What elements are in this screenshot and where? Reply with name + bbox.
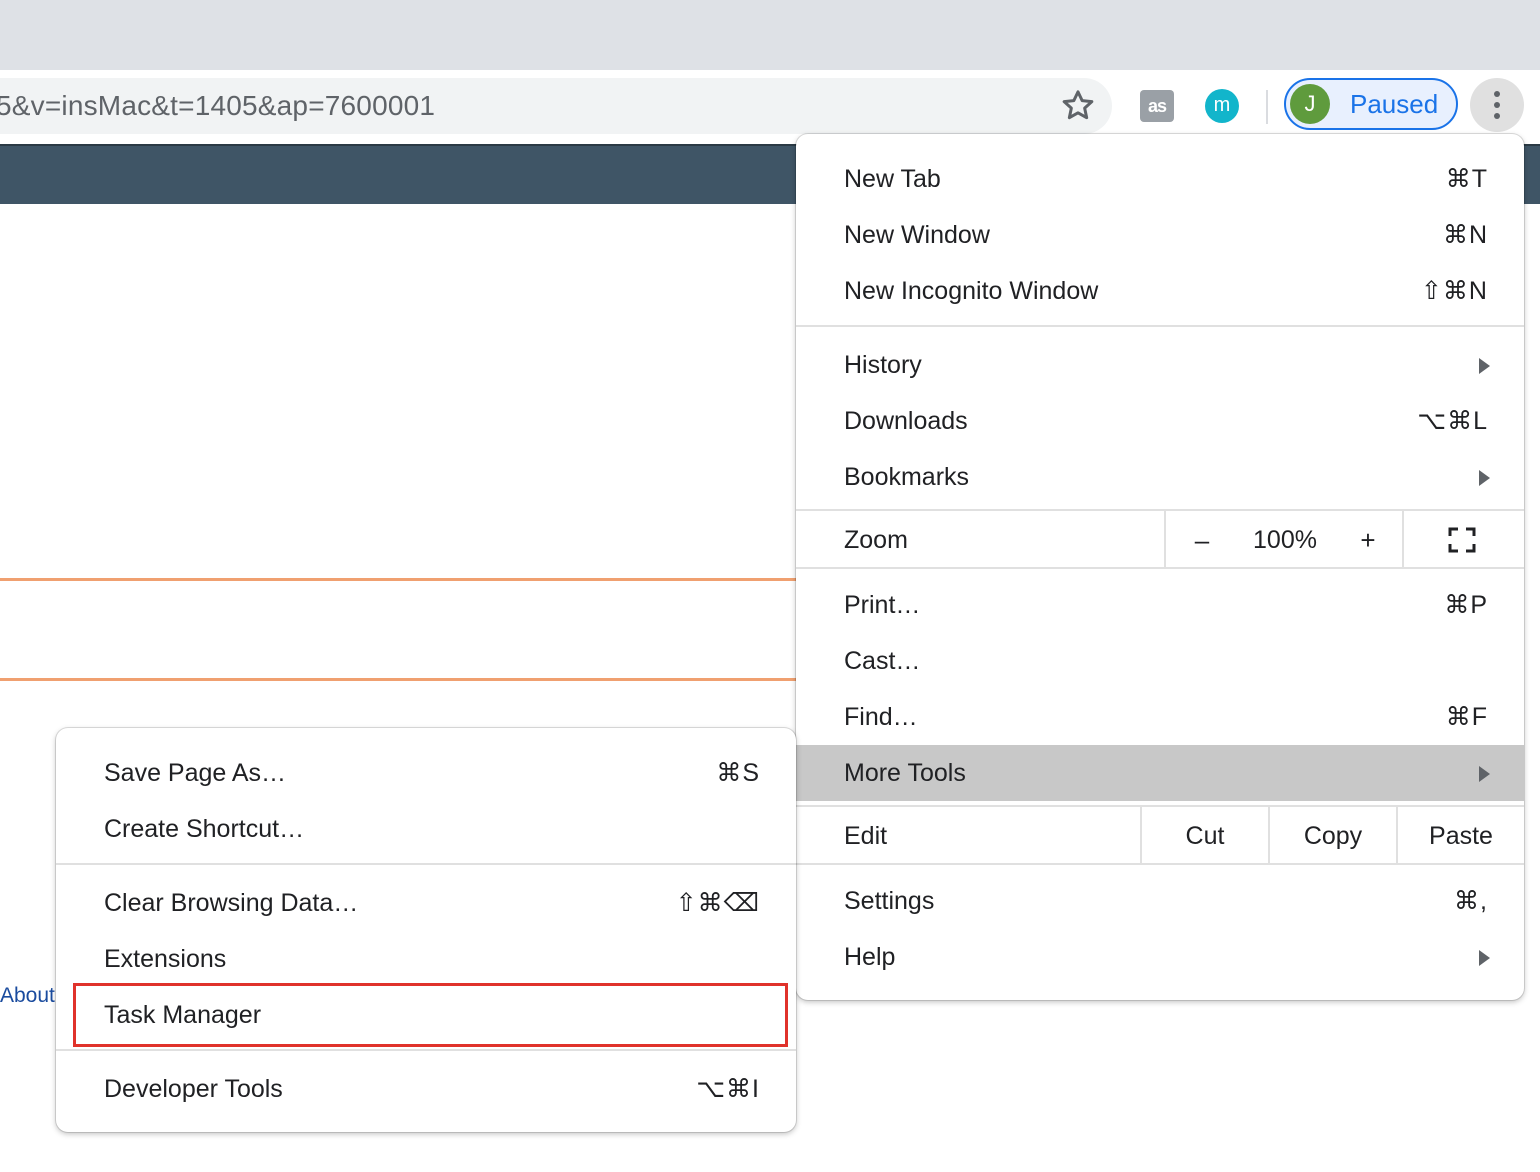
m-extension-icon[interactable]: m	[1205, 89, 1239, 123]
menu-item-create-shortcut[interactable]: Create Shortcut…	[56, 801, 796, 857]
zoom-out-button[interactable]: –	[1166, 511, 1238, 569]
menu-item-label: Bookmarks	[844, 463, 970, 491]
copy-button[interactable]: Copy	[1268, 807, 1396, 865]
menu-item-shortcut: ⌥⌘I	[696, 1075, 760, 1103]
menu-item-label: New Window	[844, 221, 990, 249]
zoom-row: Zoom – 100% +	[796, 511, 1524, 569]
menu-item-label: Extensions	[104, 945, 227, 973]
more-tools-submenu: Save Page As… ⌘S Create Shortcut… Clear …	[56, 728, 796, 1132]
menu-item-label: Save Page As…	[104, 759, 287, 787]
browser-toolbar: 5&v=insMac&t=1405&ap=7600001 as m J Paus…	[0, 70, 1540, 144]
menu-item-developer-tools[interactable]: Developer Tools ⌥⌘I	[56, 1061, 796, 1117]
menu-item-find[interactable]: Find… ⌘F	[796, 689, 1524, 745]
address-bar[interactable]: 5&v=insMac&t=1405&ap=7600001	[0, 78, 1112, 134]
menu-item-new-incognito-window[interactable]: New Incognito Window ⇧⌘N	[796, 263, 1524, 319]
menu-separator	[56, 1049, 796, 1051]
zoom-in-button[interactable]: +	[1332, 511, 1404, 569]
menu-item-shortcut: ⌘S	[716, 759, 760, 787]
menu-item-label: Downloads	[844, 407, 968, 435]
about-link[interactable]: About	[0, 984, 55, 1008]
zoom-controls: – 100% +	[1164, 511, 1402, 569]
paste-button[interactable]: Paste	[1396, 807, 1524, 865]
menu-item-print[interactable]: Print… ⌘P	[796, 577, 1524, 633]
zoom-level: 100%	[1253, 526, 1317, 554]
fullscreen-button[interactable]	[1402, 511, 1524, 569]
submenu-arrow-icon	[1479, 950, 1490, 966]
menu-separator	[796, 863, 1524, 865]
menu-item-new-tab[interactable]: New Tab ⌘T	[796, 151, 1524, 207]
menu-item-settings[interactable]: Settings ⌘,	[796, 873, 1524, 929]
bookmark-star-icon[interactable]	[1058, 86, 1098, 126]
menu-separator	[56, 863, 796, 865]
menu-item-more-tools[interactable]: More Tools	[796, 745, 1524, 801]
menu-item-label: Clear Browsing Data…	[104, 889, 359, 917]
submenu-arrow-icon	[1479, 358, 1490, 374]
edit-label: Edit	[844, 822, 888, 850]
tab-strip	[0, 0, 1540, 70]
menu-item-label: Settings	[844, 887, 935, 915]
menu-item-shortcut: ⌘,	[1454, 887, 1488, 915]
menu-separator	[796, 325, 1524, 327]
fullscreen-icon	[1448, 527, 1476, 553]
menu-item-label: Help	[844, 943, 896, 971]
page-divider-line	[0, 578, 800, 581]
menu-item-label: More Tools	[844, 759, 966, 787]
lastfm-extension-icon[interactable]: as	[1140, 90, 1174, 122]
page-divider-line	[0, 678, 800, 681]
menu-item-downloads[interactable]: Downloads ⌥⌘L	[796, 393, 1524, 449]
toolbar-divider	[1266, 90, 1268, 124]
menu-item-label: Find…	[844, 703, 918, 731]
menu-item-label: New Incognito Window	[844, 277, 1099, 305]
menu-item-clear-browsing-data[interactable]: Clear Browsing Data… ⇧⌘⌫	[56, 875, 796, 931]
menu-item-shortcut: ⌘P	[1444, 591, 1488, 619]
menu-item-shortcut: ⌘T	[1445, 165, 1488, 193]
chrome-main-menu: New Tab ⌘T New Window ⌘N New Incognito W…	[796, 134, 1524, 1000]
menu-item-shortcut: ⇧⌘N	[1420, 277, 1488, 305]
avatar: J	[1290, 84, 1330, 124]
zoom-label: Zoom	[844, 526, 908, 554]
task-manager-highlight-box	[73, 983, 788, 1047]
menu-separator	[796, 567, 1524, 569]
more-menu-kebab-icon[interactable]	[1470, 78, 1524, 132]
menu-item-shortcut: ⌥⌘L	[1417, 407, 1488, 435]
cut-button[interactable]: Cut	[1140, 807, 1268, 865]
menu-item-history[interactable]: History	[796, 337, 1524, 393]
menu-item-extensions[interactable]: Extensions	[56, 931, 796, 987]
menu-item-label: Cast…	[844, 647, 921, 675]
menu-item-shortcut: ⌘F	[1445, 703, 1488, 731]
menu-item-shortcut: ⌘N	[1442, 221, 1488, 249]
address-bar-url[interactable]: 5&v=insMac&t=1405&ap=7600001	[0, 78, 435, 134]
menu-item-label: History	[844, 351, 922, 379]
submenu-arrow-icon	[1479, 766, 1490, 782]
menu-item-bookmarks[interactable]: Bookmarks	[796, 449, 1524, 505]
submenu-arrow-icon	[1479, 470, 1490, 486]
menu-item-shortcut: ⇧⌘⌫	[675, 889, 760, 917]
menu-item-label: Developer Tools	[104, 1075, 283, 1103]
profile-status-label: Paused	[1350, 89, 1439, 119]
menu-item-cast[interactable]: Cast…	[796, 633, 1524, 689]
profile-button[interactable]: J Paused	[1284, 78, 1458, 130]
menu-item-label: New Tab	[844, 165, 941, 193]
menu-item-new-window[interactable]: New Window ⌘N	[796, 207, 1524, 263]
edit-row: Edit Cut Copy Paste	[796, 807, 1524, 865]
menu-item-label: Create Shortcut…	[104, 815, 305, 843]
menu-item-save-page-as[interactable]: Save Page As… ⌘S	[56, 745, 796, 801]
menu-item-label: Print…	[844, 591, 921, 619]
menu-item-help[interactable]: Help	[796, 929, 1524, 985]
